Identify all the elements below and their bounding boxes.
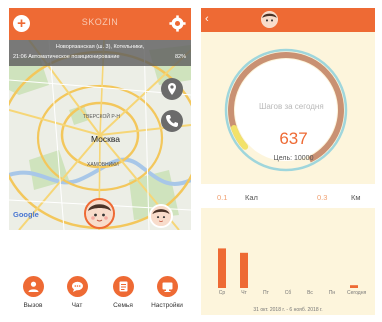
contacts-icon [113, 276, 134, 297]
google-logo: Google [13, 210, 39, 219]
nav-family[interactable]: Семья [103, 276, 143, 314]
distance-value: 0.3 [317, 193, 328, 202]
calories-unit: Кал [245, 193, 258, 202]
top-bar: ‹ [201, 8, 375, 32]
map-screen: ТВЕРСКОЙ Р-Н ХАМОВНИКИ Москва + SKOZIN Н… [9, 8, 191, 314]
chat-icon [67, 276, 88, 297]
day-label: Ср [218, 290, 226, 296]
steps-label: Шагов за сегодня [259, 102, 324, 111]
nav-label: Вызов [23, 302, 43, 309]
map-district-label: ТВЕРСКОЙ Р-Н [83, 114, 120, 120]
location-bar: Новорязанская (ш. 3), Котельники, 21:06 … [9, 40, 191, 66]
bar-1 [240, 252, 248, 288]
gear-icon[interactable] [169, 15, 186, 32]
battery-level: 82% [174, 54, 186, 60]
call-watch-button[interactable] [161, 110, 183, 132]
location-pin-icon [168, 83, 176, 95]
day-label: Сб [284, 290, 292, 296]
date-range: 31 окт. 2018 г. - 6 нояб. 2018 г. [253, 307, 323, 313]
bar-0 [218, 248, 226, 288]
nav-settings[interactable]: Настройки [147, 276, 187, 314]
day-label: Пн [328, 290, 336, 296]
address-text: Новорязанская (ш. 3), Котельники, [55, 44, 145, 50]
nav-label: Чат [71, 302, 83, 309]
day-label: Вс [307, 290, 313, 296]
person-icon [23, 276, 44, 297]
phone-icon [166, 115, 178, 127]
map-district-label: ХАМОВНИКИ [87, 162, 119, 168]
top-bar: + SKOZIN [9, 8, 191, 40]
day-label: Сегодня [347, 290, 367, 296]
map-city-label: Москва [91, 134, 121, 144]
app-title: SKOZIN [81, 17, 119, 27]
back-arrow-icon[interactable]: ‹ [205, 13, 209, 25]
locate-button[interactable] [161, 78, 183, 100]
steps-count: 637 [279, 129, 308, 148]
steps-goal: Цель: 10000 [273, 155, 314, 162]
nav-call[interactable]: Вызов [13, 276, 53, 314]
stats-row: 0.1 Кал 0.3 Км [201, 184, 375, 208]
positioning-status: 21:06 Автоматическое позиционирование [13, 54, 120, 60]
weekly-steps-chart: Ср Чт Пт Сб Вс Пн Сегодня 31 окт. 2018 г. - 6 … [201, 208, 375, 315]
nav-label: Семья [113, 302, 133, 309]
child-avatar-main[interactable] [84, 198, 115, 229]
day-label: Пт [263, 290, 269, 296]
day-label: Чт [241, 290, 247, 296]
child-avatar-icon[interactable] [261, 11, 278, 28]
settings-icon [157, 276, 178, 297]
bottom-nav: Вызов Чат Семья Настройки [9, 276, 191, 314]
bar-6 [350, 285, 358, 288]
nav-label: Настройки [151, 302, 183, 309]
steps-panel: Шагов за сегодня 637 Цель: 10000 [201, 32, 375, 184]
app-screenshot: ТВЕРСКОЙ Р-Н ХАМОВНИКИ Москва + SKOZIN Н… [0, 0, 382, 322]
child-avatar-secondary[interactable] [149, 204, 173, 228]
distance-unit: Км [351, 193, 361, 202]
calories-value: 0.1 [217, 193, 228, 202]
steps-screen: ‹ Шагов за сегодня 637 Цель: 10000 0.1 К… [201, 8, 375, 315]
nav-chat[interactable]: Чат [57, 276, 97, 314]
